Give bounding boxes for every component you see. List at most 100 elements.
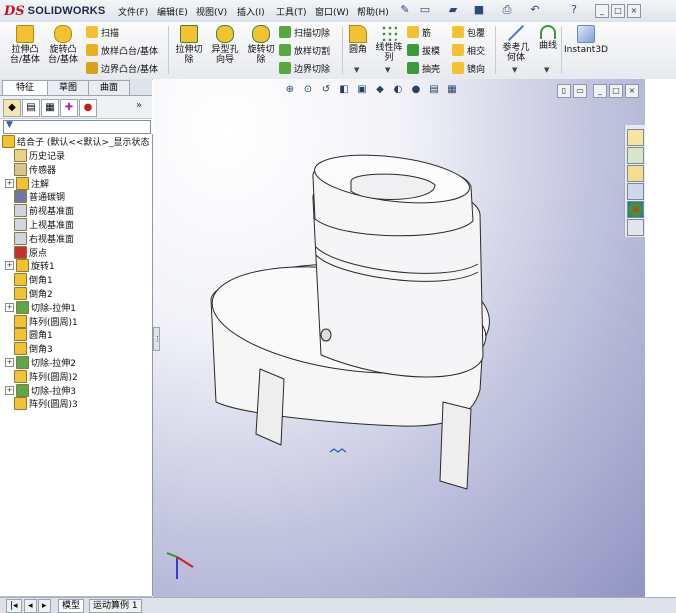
- save-icon[interactable]: ■: [472, 3, 486, 17]
- graphics-area[interactable]: ⊕ ⊙ ↺ ◧ ▣ ◆ ◐ ● ▤ ▦ ▯ ▭ _ □ × ⋮: [153, 79, 645, 597]
- tree-node[interactable]: 倒角2: [5, 287, 53, 300]
- appearances-icon[interactable]: [627, 201, 644, 218]
- boundary-boss-button[interactable]: 边界凸台/基体: [86, 61, 158, 75]
- pin-icon[interactable]: ✎: [398, 3, 412, 17]
- property-manager-icon[interactable]: ▤: [22, 99, 40, 117]
- lofted-cut-button[interactable]: 放样切割: [279, 43, 330, 57]
- tab-sketch[interactable]: 草图: [47, 80, 89, 95]
- tree-node[interactable]: + 切除-拉伸3: [5, 383, 76, 397]
- tree-node[interactable]: + 切除-拉伸2: [5, 356, 76, 369]
- tree-node[interactable]: 前视基准面: [5, 204, 74, 218]
- menu-view[interactable]: 视图(V): [196, 5, 227, 18]
- feature-icon: [14, 314, 27, 328]
- loft-button[interactable]: 放样凸台/基体: [86, 43, 158, 57]
- close-button[interactable]: ×: [627, 4, 641, 18]
- tree-node[interactable]: 倒角3: [5, 342, 53, 356]
- instant3d-button[interactable]: Instant3D: [564, 25, 608, 55]
- minimize-button[interactable]: _: [595, 4, 609, 18]
- chevron-down-icon[interactable]: ▼: [354, 66, 359, 74]
- expand-icon[interactable]: +: [5, 302, 14, 312]
- expand-icon[interactable]: +: [5, 385, 14, 395]
- tree-node[interactable]: + 注解: [5, 176, 49, 190]
- boundary-cut-button[interactable]: 边界切除: [279, 61, 330, 75]
- tree-node[interactable]: 原点: [5, 245, 47, 259]
- tree-node[interactable]: 右视基准面: [5, 231, 74, 245]
- expand-icon[interactable]: +: [5, 178, 14, 188]
- extrude-cut-button[interactable]: 拉伸切 除: [172, 25, 206, 65]
- maximize-button[interactable]: □: [611, 4, 625, 18]
- custom-properties-icon[interactable]: [627, 219, 644, 236]
- extrude-boss-button[interactable]: 拉伸凸 台/基体: [8, 25, 42, 65]
- menu-edit[interactable]: 编辑(E): [157, 5, 188, 18]
- open-icon[interactable]: ▰: [446, 3, 460, 17]
- tree-node[interactable]: 阵列(圆周)1: [5, 314, 78, 328]
- menu-insert[interactable]: 插入(I): [237, 5, 265, 18]
- tree-node[interactable]: 历史记录: [5, 149, 65, 162]
- tab-surfaces[interactable]: 曲面: [88, 80, 130, 95]
- tree-node[interactable]: 上视基准面: [5, 218, 74, 231]
- file-explorer-icon[interactable]: [627, 165, 644, 182]
- draft-button[interactable]: 拔模: [407, 43, 440, 57]
- chevron-right-icon[interactable]: »: [136, 100, 142, 111]
- tab-features[interactable]: 特征: [2, 80, 48, 95]
- curves-button[interactable]: 曲线: [536, 25, 560, 51]
- tree-node[interactable]: 倒角1: [5, 273, 53, 287]
- revolve-cut-button[interactable]: 旋转切 除: [244, 25, 278, 65]
- design-library-icon[interactable]: [627, 147, 644, 164]
- linear-pattern-button[interactable]: 线性阵 列: [372, 25, 406, 63]
- view-palette-icon[interactable]: [627, 183, 644, 200]
- new-icon[interactable]: ▭: [418, 3, 432, 17]
- expand-icon[interactable]: +: [5, 261, 14, 271]
- chevron-down-icon[interactable]: ▼: [544, 66, 549, 74]
- display-manager-icon[interactable]: ●: [79, 99, 97, 117]
- tree-node-label: 阵列(圆周)1: [29, 317, 78, 328]
- menu-tools[interactable]: 工具(T): [276, 5, 307, 18]
- wrap-button[interactable]: 包覆: [452, 25, 485, 39]
- dimxpert-icon[interactable]: ✚: [60, 99, 78, 117]
- tree-node[interactable]: 阵列(圆周)2: [5, 369, 78, 383]
- intersect-button[interactable]: 相交: [452, 43, 485, 57]
- sweep-button[interactable]: 扫描: [86, 25, 119, 39]
- nav-next-icon[interactable]: ▸: [38, 599, 51, 613]
- reference-geometry-button[interactable]: 参考几 何体: [498, 25, 534, 63]
- menu-window[interactable]: 窗口(W): [315, 5, 349, 18]
- lofted-cut-label: 放样切割: [294, 46, 331, 57]
- rib-button[interactable]: 筋: [407, 25, 431, 39]
- menu-help[interactable]: 帮助(H): [357, 5, 389, 18]
- tree-node[interactable]: 阵列(圆周)3: [5, 397, 78, 411]
- chevron-down-icon[interactable]: ▼: [385, 66, 390, 74]
- tab-model[interactable]: 模型: [58, 599, 85, 613]
- undo-icon[interactable]: ↶: [528, 3, 542, 17]
- tree-filter-input[interactable]: ▼: [3, 120, 151, 134]
- menu-file[interactable]: 文件(F): [118, 5, 148, 18]
- feature-tree-icon[interactable]: ◆: [3, 99, 21, 117]
- help-icon[interactable]: ?: [567, 3, 581, 17]
- solidworks-logo[interactable]: DS SOLIDWORKS: [4, 3, 105, 19]
- intersect-icon: [452, 44, 464, 56]
- print-icon[interactable]: ⎙: [500, 3, 514, 17]
- coordinate-triad: [166, 552, 194, 579]
- home-icon[interactable]: [627, 129, 644, 146]
- tree-node[interactable]: 圆角1: [5, 328, 53, 342]
- mirror-button[interactable]: 镜向: [452, 61, 485, 75]
- fillet-button[interactable]: 圆角: [345, 25, 371, 55]
- hole-wizard-button[interactable]: 异型孔 向导: [206, 25, 244, 65]
- tree-node[interactable]: + 切除-拉伸1: [5, 300, 76, 314]
- nav-prev-icon[interactable]: ◂: [24, 599, 37, 613]
- tree-node[interactable]: 传感器: [5, 162, 56, 176]
- instant3d-icon: [577, 25, 595, 43]
- chevron-down-icon[interactable]: ▼: [512, 66, 517, 74]
- nav-first-icon[interactable]: |◂: [6, 599, 22, 613]
- tab-motion-study[interactable]: 运动算例 1: [89, 599, 142, 613]
- tree-root[interactable]: 结合子 (默认<<默认>_显示状态: [2, 135, 150, 148]
- revolve-boss-button[interactable]: 旋转凸 台/基体: [46, 25, 80, 65]
- shell-button[interactable]: 抽壳: [407, 61, 440, 75]
- part-model[interactable]: [153, 79, 645, 597]
- tree-node[interactable]: 普通碳钢: [5, 190, 65, 204]
- tree-node[interactable]: + 旋转1: [5, 259, 55, 273]
- configuration-manager-icon[interactable]: ▦: [41, 99, 59, 117]
- hole-wizard-icon: [216, 25, 234, 43]
- swept-cut-button[interactable]: 扫描切除: [279, 25, 330, 39]
- expand-icon[interactable]: +: [5, 358, 14, 367]
